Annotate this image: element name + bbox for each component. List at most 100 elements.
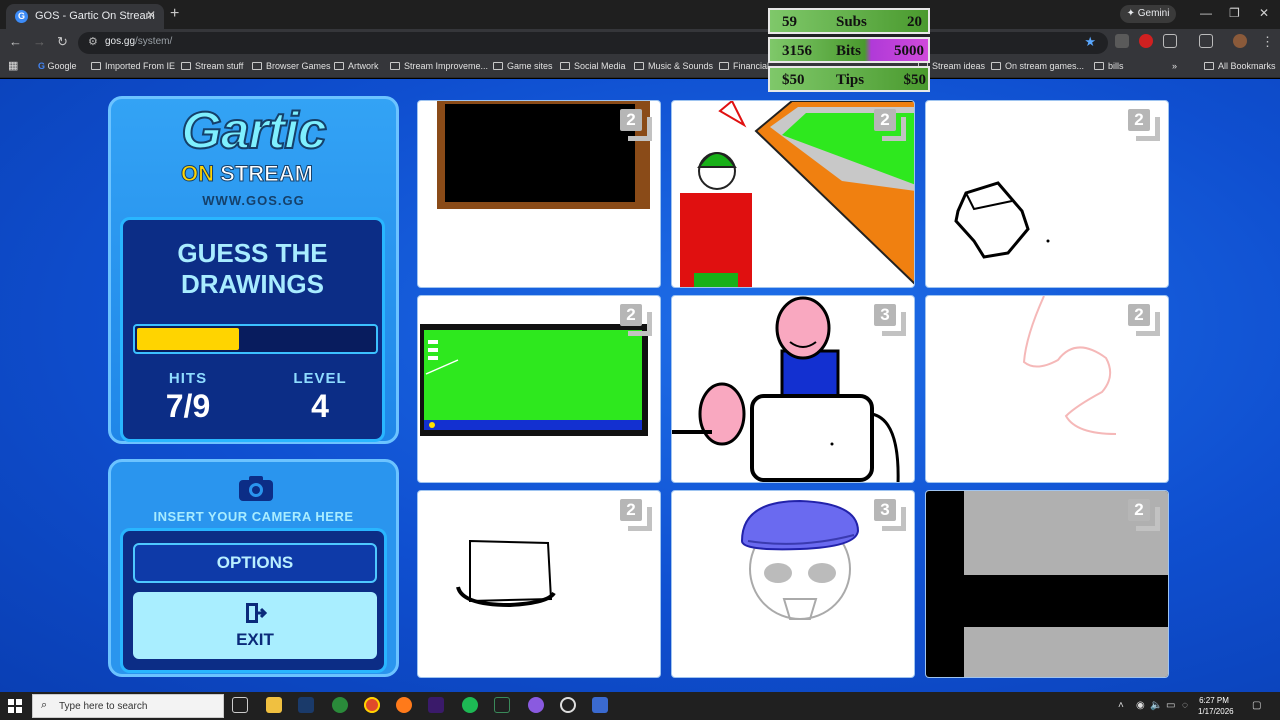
- bookmark-folder[interactable]: Browser Games: [252, 61, 331, 71]
- apps-grid-icon[interactable]: ▦: [8, 59, 18, 72]
- chrome-icon[interactable]: [364, 697, 380, 713]
- options-button[interactable]: OPTIONS: [133, 543, 377, 583]
- windows-start-icon[interactable]: [8, 699, 22, 713]
- bookmark-folder[interactable]: Social Media: [560, 61, 626, 71]
- subs-goal: 20: [907, 14, 922, 30]
- excel-icon[interactable]: [494, 697, 510, 713]
- bookmark-label: Social Media: [574, 61, 626, 71]
- reload-icon[interactable]: ↻: [57, 34, 68, 50]
- maximize-icon[interactable]: ❐: [1229, 6, 1240, 20]
- drawing-card[interactable]: 3: [671, 490, 915, 678]
- windows-taskbar: ⌕ Type here to search ˄ ◉ 🔈 ▭ ◌ 6:27 PM …: [0, 692, 1280, 720]
- google-icon: G: [38, 61, 46, 71]
- mode-title-line1: GUESS THE: [177, 238, 328, 268]
- exit-door-icon: [246, 603, 267, 623]
- drawing-card[interactable]: 2: [417, 295, 661, 483]
- gartic-favicon-icon: G: [15, 10, 28, 23]
- drawing-card[interactable]: 2: [925, 490, 1169, 678]
- network-icon[interactable]: ▭: [1166, 700, 1175, 711]
- bookmark-folder[interactable]: Artwork: [334, 61, 379, 71]
- drawing-card[interactable]: 2: [925, 100, 1169, 288]
- bookmark-label: Browser Games: [266, 61, 331, 71]
- new-tab-icon[interactable]: +: [170, 5, 179, 23]
- extensions-puzzle-icon[interactable]: [1163, 34, 1177, 48]
- bookmark-folder[interactable]: On stream games...: [991, 61, 1084, 71]
- bookmark-star-icon[interactable]: ★: [1084, 34, 1096, 50]
- bookmark-google[interactable]: G Google: [38, 61, 77, 71]
- spotify-icon[interactable]: [462, 697, 478, 713]
- more-bookmarks-icon[interactable]: »: [1172, 61, 1177, 71]
- gartic-logo: Gartic: [180, 101, 327, 161]
- bookmark-label: All Bookmarks: [1218, 61, 1276, 71]
- bookmark-label: Stream stuff: [195, 61, 244, 71]
- bookmark-folder[interactable]: Game sites: [493, 61, 553, 71]
- active-tab[interactable]: G GOS - Gartic On Stream ✕: [6, 4, 164, 29]
- drawing-card[interactable]: 2: [417, 100, 661, 288]
- bookmark-label: Music & Sounds: [648, 61, 714, 71]
- firefox-icon[interactable]: [396, 697, 412, 713]
- file-explorer-icon[interactable]: [266, 697, 282, 713]
- camera-icon: [239, 476, 273, 501]
- subs-label: Subs: [836, 14, 867, 30]
- exit-button[interactable]: EXIT: [133, 592, 377, 659]
- volume-icon[interactable]: 🔈: [1150, 700, 1162, 711]
- badge-corner: [882, 312, 906, 336]
- hits-label: HITS: [168, 370, 208, 387]
- points-badge: 2: [618, 302, 652, 336]
- extension-icon[interactable]: [1115, 34, 1129, 48]
- gemini-button[interactable]: ✦ Gemini: [1120, 5, 1176, 23]
- bookmark-folder[interactable]: Financial: [719, 61, 769, 71]
- xbox-icon[interactable]: [332, 697, 348, 713]
- folder-icon: [334, 62, 344, 70]
- drawing-card[interactable]: 2: [671, 100, 915, 288]
- minimize-icon[interactable]: —: [1200, 6, 1212, 20]
- bookmark-folder[interactable]: Imported From IE: [91, 61, 175, 71]
- drawing-card[interactable]: 3: [671, 295, 915, 483]
- app-icon[interactable]: [592, 697, 608, 713]
- folder-icon: [560, 62, 570, 70]
- bookmark-folder[interactable]: Music & Sounds: [634, 61, 713, 71]
- badge-corner: [628, 507, 652, 531]
- taskbar-clock[interactable]: 6:27 PM 1/17/2026: [1198, 695, 1234, 717]
- extension-icon[interactable]: [1139, 34, 1153, 48]
- address-bar[interactable]: ⚙ gos.gg/system/ ★: [78, 32, 1108, 54]
- bookmark-label: Imported From IE: [105, 61, 176, 71]
- bookmark-folder[interactable]: Stream stuff: [181, 61, 243, 71]
- close-window-icon[interactable]: ✕: [1259, 6, 1269, 20]
- progress-fill: [137, 328, 239, 350]
- bookmark-folder[interactable]: All Bookmarks: [1204, 61, 1276, 71]
- profile-avatar[interactable]: [1233, 34, 1247, 48]
- badge-corner: [628, 117, 652, 141]
- tray-app-icon[interactable]: ◌: [1182, 700, 1188, 711]
- clock-date: 1/17/2026: [1198, 707, 1234, 716]
- steam-icon[interactable]: [298, 697, 314, 713]
- back-icon[interactable]: ←: [9, 34, 22, 49]
- notifications-icon[interactable]: ▢: [1252, 700, 1261, 711]
- drawing-card[interactable]: 2: [417, 490, 661, 678]
- on-stream-logo: ON STREAM: [181, 161, 314, 187]
- close-tab-icon[interactable]: ✕: [146, 8, 156, 22]
- drawing-card[interactable]: 2: [925, 295, 1169, 483]
- badge-corner: [1136, 117, 1160, 141]
- bookmark-folder[interactable]: Stream Improveme...: [390, 61, 488, 71]
- tray-chevron-icon[interactable]: ˄: [1118, 700, 1124, 711]
- subs-current: 59: [782, 14, 797, 30]
- menu-kebab-icon[interactable]: ⋮: [1261, 34, 1274, 50]
- next-app-icon[interactable]: [428, 697, 444, 713]
- settings-gear-icon[interactable]: [560, 697, 576, 713]
- points-badge: 2: [872, 107, 906, 141]
- site-info-icon[interactable]: ⚙: [88, 35, 98, 48]
- bookmark-label: Artwork: [348, 61, 379, 71]
- cast-icon[interactable]: [1199, 34, 1213, 48]
- camera-panel: INSERT YOUR CAMERA HERE OPTIONS EXIT: [108, 459, 399, 677]
- app-icon[interactable]: [528, 697, 544, 713]
- taskbar-search-box[interactable]: ⌕ Type here to search: [32, 694, 224, 718]
- bits-goal-overlay: 3156 Bits 5000: [768, 37, 930, 63]
- folder-icon: [1094, 62, 1104, 70]
- tray-app-icon[interactable]: ◉: [1136, 700, 1145, 711]
- forward-icon[interactable]: →: [33, 34, 46, 49]
- task-view-icon[interactable]: [232, 697, 248, 713]
- bookmark-folder[interactable]: bills: [1094, 61, 1124, 71]
- logo-on: ON: [181, 161, 215, 187]
- tips-label: Tips: [836, 72, 865, 88]
